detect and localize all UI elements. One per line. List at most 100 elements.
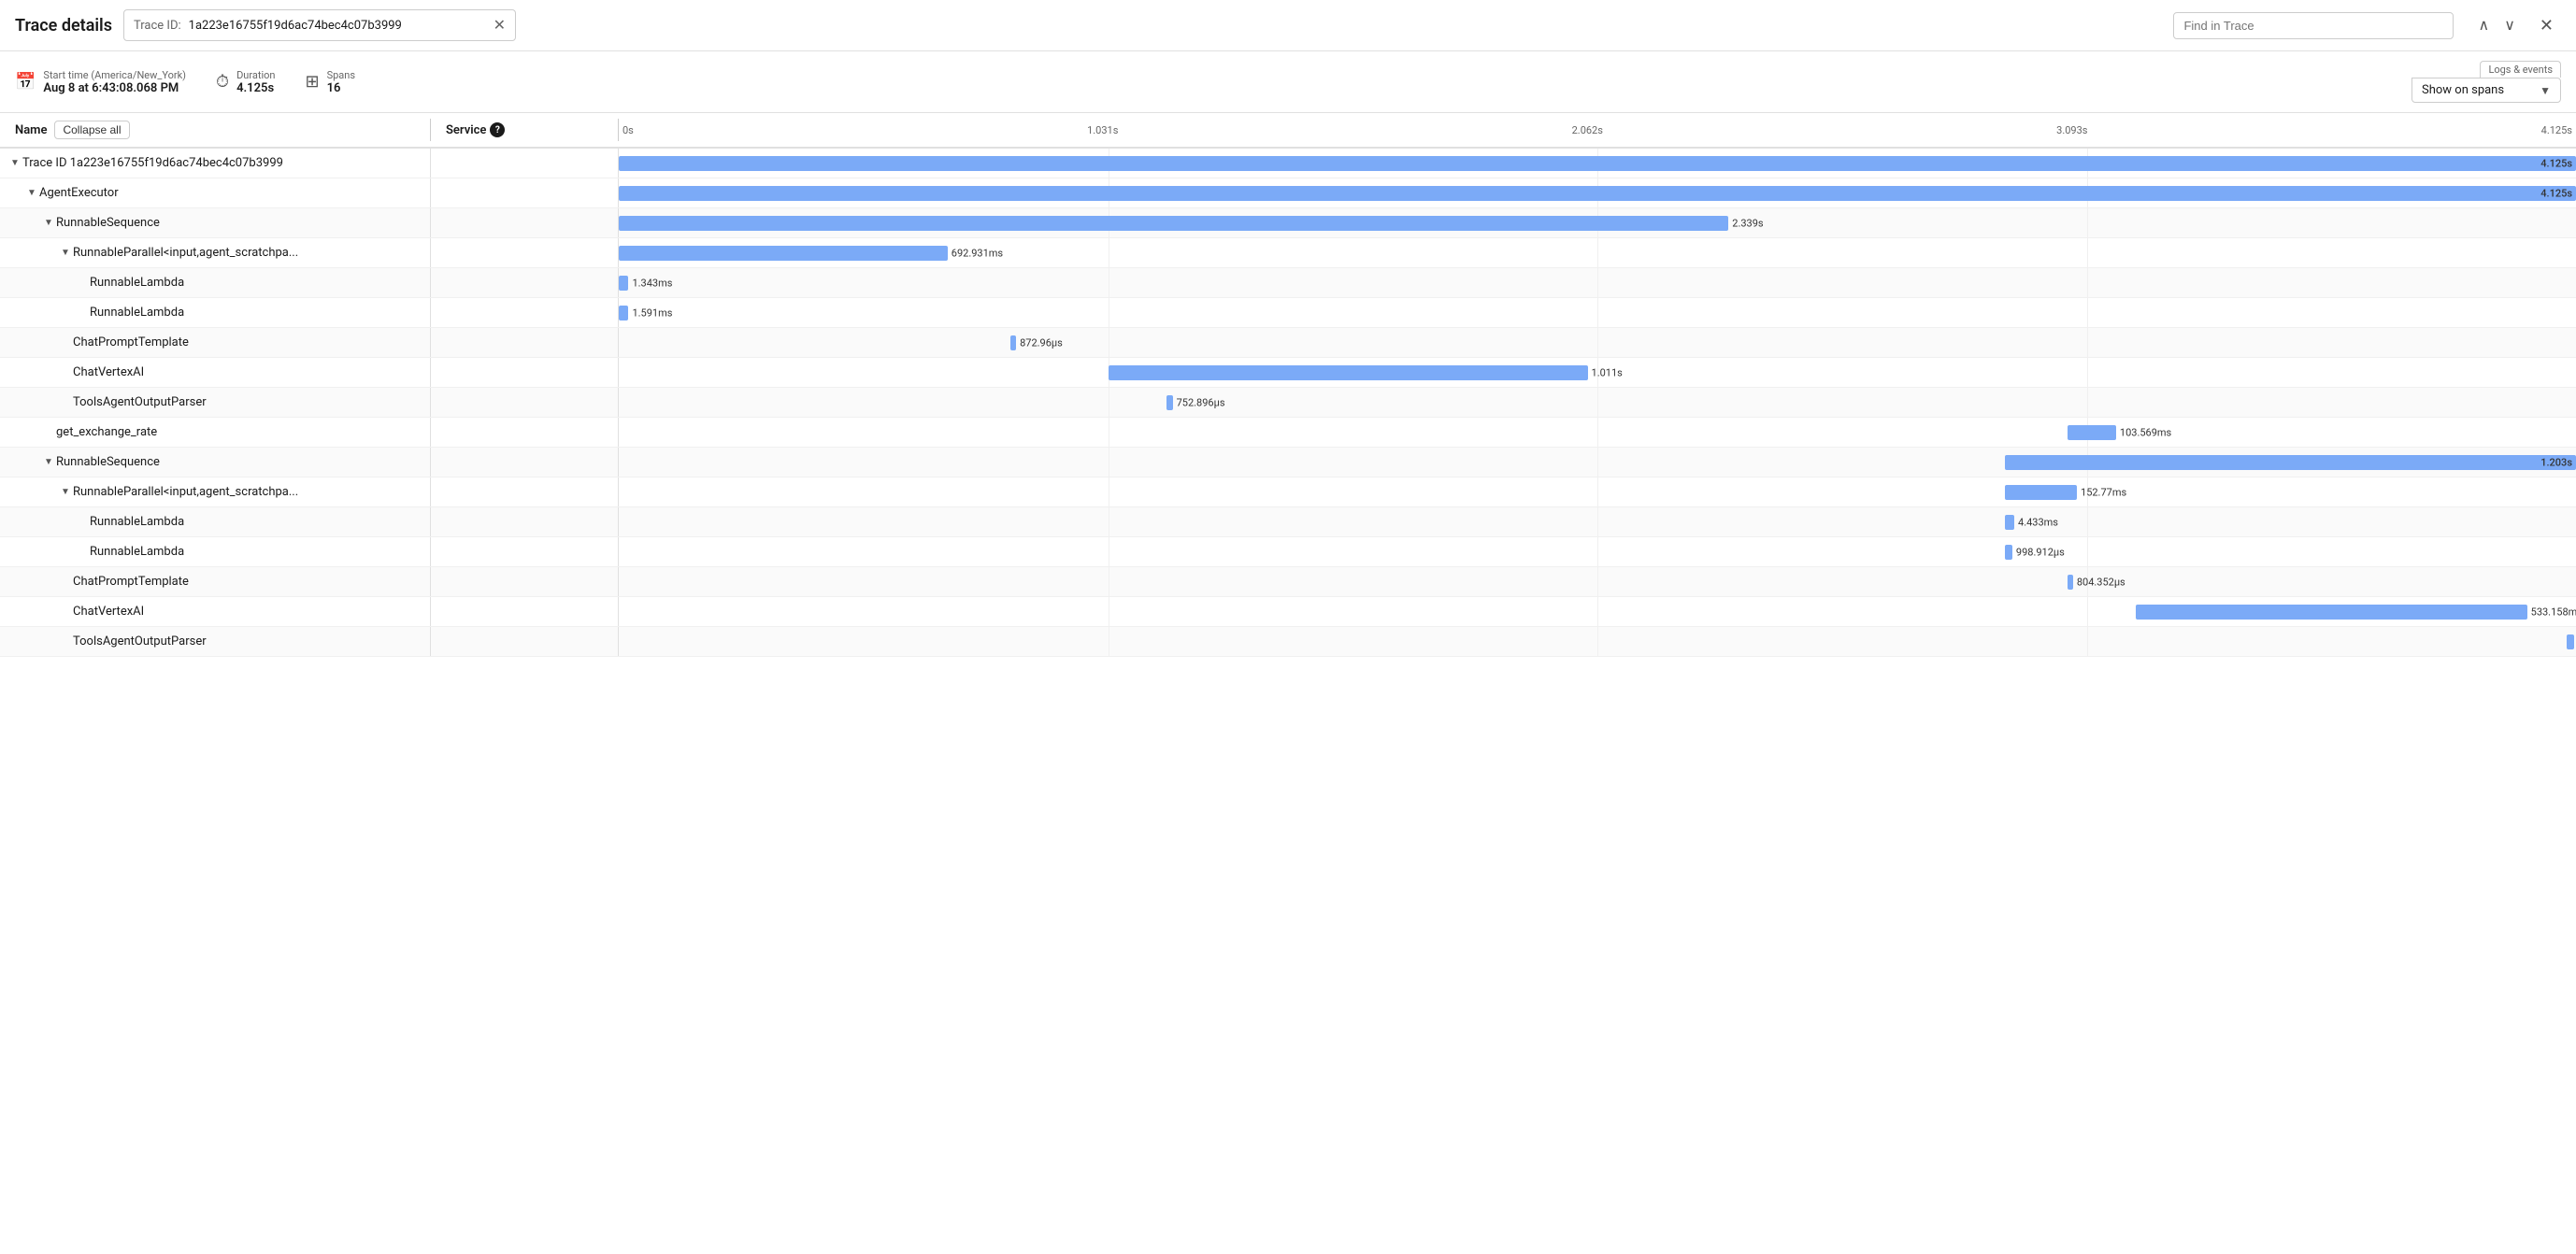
row-divider-1 bbox=[430, 567, 431, 596]
row-divider-1 bbox=[430, 627, 431, 656]
span-duration-label: 2.339s bbox=[1728, 217, 1763, 229]
timeline-gridline bbox=[1597, 298, 1598, 327]
table-row[interactable]: RunnableLambda998.912μs bbox=[0, 537, 2576, 567]
close-button[interactable]: ✕ bbox=[2532, 12, 2561, 39]
table-row[interactable]: ▼Trace ID 1a223e16755f19d6ac74bec4c07b39… bbox=[0, 149, 2576, 178]
row-divider-1 bbox=[430, 477, 431, 506]
span-duration-label: 752.896μs bbox=[1173, 396, 1225, 408]
timeline-gridline bbox=[1597, 388, 1598, 417]
span-name-text: ChatVertexAI bbox=[73, 365, 144, 379]
expand-icon[interactable]: ▼ bbox=[58, 485, 73, 500]
table-body: ▼Trace ID 1a223e16755f19d6ac74bec4c07b39… bbox=[0, 149, 2576, 1246]
span-name-col: ▼RunnableSequence bbox=[0, 455, 430, 470]
clear-trace-id-button[interactable]: ✕ bbox=[494, 16, 506, 35]
expand-spacer bbox=[58, 575, 73, 590]
timeline-header: 0s 1.031s 2.062s 3.093s 4.125s bbox=[619, 124, 2576, 136]
logs-events-control: Logs & events Show on spans ▼ bbox=[2411, 61, 2561, 103]
timeline-gridline bbox=[2087, 238, 2088, 267]
span-bar: 1.203s bbox=[2005, 455, 2576, 470]
timeline-gridline bbox=[2087, 388, 2088, 417]
dropdown-arrow-icon: ▼ bbox=[2540, 84, 2551, 97]
tick-0: 0s bbox=[623, 124, 634, 136]
nav-up-button[interactable]: ∧ bbox=[2472, 12, 2495, 38]
spans-label: Spans bbox=[327, 69, 355, 81]
expand-icon[interactable]: ▼ bbox=[58, 246, 73, 261]
table-row[interactable]: ▼RunnableSequence 1.203s bbox=[0, 448, 2576, 477]
row-divider-1 bbox=[430, 537, 431, 566]
collapse-all-button[interactable]: Collapse all bbox=[54, 121, 129, 139]
trace-id-value: 1a223e16755f19d6ac74bec4c07b3999 bbox=[189, 19, 486, 33]
trace-id-box: Trace ID: 1a223e16755f19d6ac74bec4c07b39… bbox=[123, 9, 516, 41]
span-bar bbox=[1109, 365, 1588, 380]
timeline-gridline bbox=[1597, 597, 1598, 626]
timeline-gridline bbox=[1597, 627, 1598, 656]
span-timeline-col: 753.92μs bbox=[619, 627, 2576, 656]
span-name-text: ChatVertexAI bbox=[73, 605, 144, 619]
help-icon[interactable]: ? bbox=[490, 122, 505, 137]
timeline-gridline bbox=[1597, 268, 1598, 297]
span-timeline-col: 2.339s bbox=[619, 208, 2576, 237]
span-timeline-col: 752.896μs bbox=[619, 388, 2576, 417]
nav-down-button[interactable]: ∨ bbox=[2498, 12, 2521, 38]
timeline-gridline bbox=[2087, 358, 2088, 387]
service-col-label: Service bbox=[446, 123, 486, 137]
timeline-gridline bbox=[1597, 418, 1598, 447]
span-timeline-col: 1.011s bbox=[619, 358, 2576, 387]
span-name-text: RunnableSequence bbox=[56, 455, 160, 469]
table-row[interactable]: ToolsAgentOutputParser753.92μs bbox=[0, 627, 2576, 657]
table-row[interactable]: get_exchange_rate103.569ms bbox=[0, 418, 2576, 448]
timeline-gridline bbox=[2087, 328, 2088, 357]
span-timeline-col: 4.125s bbox=[619, 149, 2576, 178]
span-timeline-col: 692.931ms bbox=[619, 238, 2576, 267]
expand-spacer bbox=[75, 545, 90, 560]
nav-arrows: ∧ ∨ bbox=[2472, 12, 2520, 38]
table-row[interactable]: RunnableLambda1.591ms bbox=[0, 298, 2576, 328]
expand-spacer bbox=[75, 306, 90, 321]
span-name-text: RunnableParallel<input,agent_scratchpa..… bbox=[73, 485, 298, 499]
table-row[interactable]: ChatPromptTemplate804.352μs bbox=[0, 567, 2576, 597]
duration-value: 4.125s bbox=[236, 81, 275, 95]
span-duration-label: 804.352μs bbox=[2073, 576, 2125, 588]
table-row[interactable]: ▼RunnableParallel<input,agent_scratchpa.… bbox=[0, 477, 2576, 507]
expand-spacer bbox=[58, 634, 73, 649]
span-bar bbox=[2005, 545, 2012, 560]
span-bar bbox=[619, 246, 948, 261]
timeline-gridline bbox=[2087, 268, 2088, 297]
table-row[interactable]: ChatVertexAI 1.011s bbox=[0, 358, 2576, 388]
expand-icon[interactable]: ▼ bbox=[41, 455, 56, 470]
span-name-col: ▼RunnableParallel<input,agent_scratchpa.… bbox=[0, 485, 430, 500]
timeline-gridline bbox=[1597, 477, 1598, 506]
logs-show-select[interactable]: Show on spans ▼ bbox=[2411, 78, 2561, 103]
row-divider-1 bbox=[430, 238, 431, 267]
table-row[interactable]: ToolsAgentOutputParser 752.896μs bbox=[0, 388, 2576, 418]
name-column-header: Name Collapse all bbox=[0, 121, 430, 139]
span-timeline-col: 1.591ms bbox=[619, 298, 2576, 327]
expand-icon[interactable]: ▼ bbox=[41, 216, 56, 231]
row-divider-1 bbox=[430, 418, 431, 447]
table-row[interactable]: ▼AgentExecutor 4.125s bbox=[0, 178, 2576, 208]
span-name-text: RunnableLambda bbox=[90, 276, 184, 290]
span-timeline-col: 4.433ms bbox=[619, 507, 2576, 536]
expand-icon[interactable]: ▼ bbox=[7, 156, 22, 171]
span-name-col: ▼AgentExecutor bbox=[0, 186, 430, 201]
tick-4: 4.125s bbox=[2541, 124, 2572, 136]
span-bar: 4.125s bbox=[619, 156, 2576, 171]
table-header: Name Collapse all Service ? 0s 1.031s 2.… bbox=[0, 113, 2576, 149]
spans-item: ⊞ Spans 16 bbox=[305, 69, 355, 95]
row-divider-1 bbox=[430, 328, 431, 357]
span-name-col: ▼RunnableSequence bbox=[0, 216, 430, 231]
table-row[interactable]: RunnableLambda1.343ms bbox=[0, 268, 2576, 298]
span-name-col: ToolsAgentOutputParser bbox=[0, 395, 430, 410]
find-in-trace-input[interactable] bbox=[2173, 12, 2454, 39]
table-row[interactable]: ChatVertexAI533.158ms bbox=[0, 597, 2576, 627]
table-row[interactable]: RunnableLambda4.433ms bbox=[0, 507, 2576, 537]
table-row[interactable]: ChatPromptTemplate872.96μs bbox=[0, 328, 2576, 358]
tick-1: 1.031s bbox=[1087, 124, 1118, 136]
span-name-text: Trace ID 1a223e16755f19d6ac74bec4c07b399… bbox=[22, 156, 283, 170]
span-name-text: RunnableParallel<input,agent_scratchpa..… bbox=[73, 246, 298, 260]
table-row[interactable]: ▼RunnableParallel<input,agent_scratchpa.… bbox=[0, 238, 2576, 268]
row-divider-1 bbox=[430, 448, 431, 477]
expand-icon[interactable]: ▼ bbox=[24, 186, 39, 201]
table-row[interactable]: ▼RunnableSequence 2.339s bbox=[0, 208, 2576, 238]
span-bar: 4.125s bbox=[619, 186, 2576, 201]
